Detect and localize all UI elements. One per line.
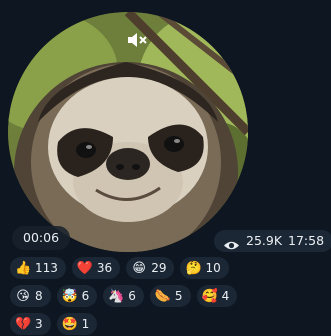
view-count: 25.9K	[246, 233, 283, 248]
reaction-row: 💔 3 🤩 1	[10, 313, 310, 335]
reaction-star-struck[interactable]: 🤩 1	[56, 313, 98, 335]
muted-speaker-icon[interactable]	[124, 30, 150, 50]
reaction-heart[interactable]: ❤️ 36	[71, 257, 121, 279]
reaction-count: 5	[174, 289, 183, 303]
reaction-count: 3	[35, 317, 43, 331]
heart-icon: ❤️	[76, 260, 94, 276]
unicorn-icon: 🦄	[108, 288, 125, 304]
broken-heart-icon: 💔	[15, 316, 32, 332]
message-time: 17:58	[288, 233, 325, 248]
message-meta: 25.9K 17:58	[214, 230, 331, 252]
reaction-kiss[interactable]: 😘 8	[10, 285, 51, 307]
reactions-panel: 👍 113 ❤️ 36 😁 29 🤔 10 😘 8 🤯 6 🦄 6 🌭 5 🥰 …	[10, 257, 310, 336]
exploding-head-icon: 🤯	[61, 288, 78, 304]
reaction-mind-blown[interactable]: 🤯 6	[56, 285, 98, 307]
reaction-hotdog[interactable]: 🌭 5	[149, 285, 191, 307]
reaction-unicorn[interactable]: 🦄 6	[103, 285, 144, 307]
star-struck-face-icon: 🤩	[61, 316, 78, 332]
reaction-thinking[interactable]: 🤔 10	[180, 257, 229, 279]
reaction-row: 😘 8 🤯 6 🦄 6 🌭 5 🥰 4	[10, 285, 310, 307]
reaction-count: 4	[221, 289, 230, 303]
reaction-broken-heart[interactable]: 💔 3	[10, 313, 51, 335]
reaction-count: 29	[151, 261, 167, 275]
eye-icon	[223, 236, 240, 249]
reaction-count: 6	[81, 289, 90, 303]
smiling-hearts-face-icon: 🥰	[201, 288, 218, 304]
reaction-thumbs-up[interactable]: 👍 113	[10, 257, 66, 279]
thumbs-up-icon: 👍	[15, 260, 32, 276]
round-video-message[interactable]	[8, 12, 248, 252]
reaction-love-face[interactable]: 🥰 4	[196, 285, 238, 307]
reaction-grin[interactable]: 😁 29	[126, 257, 175, 279]
reaction-count: 10	[205, 261, 221, 275]
grinning-face-icon: 😁	[132, 260, 146, 276]
reaction-count: 1	[81, 317, 90, 331]
reaction-count: 113	[35, 261, 58, 275]
video-duration: 00:06	[12, 226, 71, 250]
reaction-row: 👍 113 ❤️ 36 😁 29 🤔 10	[10, 257, 310, 279]
hotdog-icon: 🌭	[154, 288, 172, 304]
thinking-face-icon: 🤔	[185, 260, 202, 276]
kiss-face-icon: 😘	[16, 288, 30, 304]
reaction-count: 36	[96, 261, 113, 275]
reaction-count: 6	[128, 289, 136, 303]
reaction-count: 8	[35, 289, 43, 303]
message-container: 00:06 25.9K 17:58 👍 113 ❤️ 36 😁 29 🤔 10 …	[0, 0, 331, 336]
